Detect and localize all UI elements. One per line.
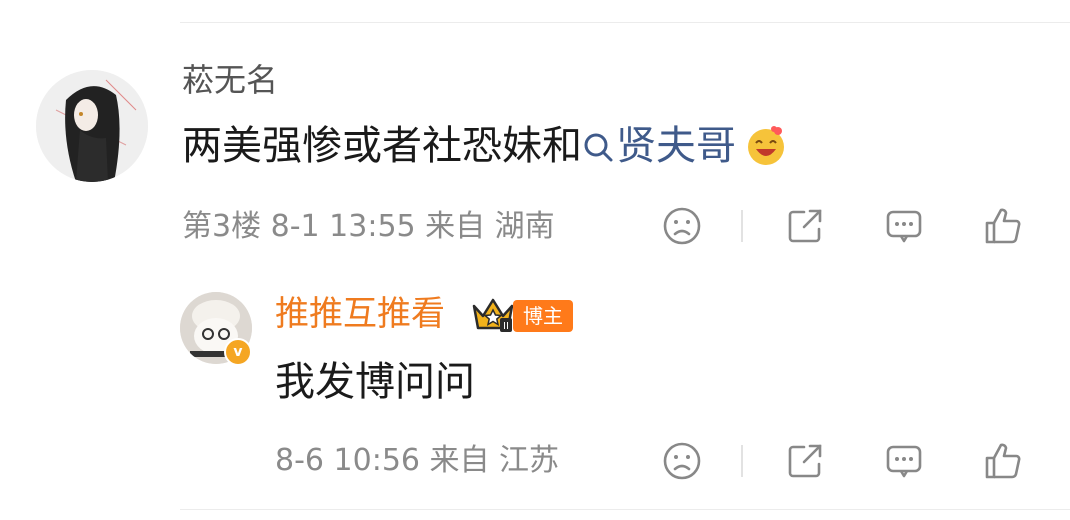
- comment-button[interactable]: [880, 202, 928, 250]
- action-divider: [741, 445, 743, 477]
- dislike-button[interactable]: [658, 202, 706, 250]
- comment-meta: 第3楼 8-1 13:55 来自 湖南: [182, 209, 555, 244]
- comment-body: 两美强惨或者社恐妹和: [182, 123, 582, 169]
- comment-text: 两美强惨或者社恐妹和 贤夫哥: [182, 120, 788, 180]
- thumbs-up-icon: [985, 443, 1021, 479]
- search-icon: [582, 124, 614, 176]
- reply-meta: 8-6 10:56 来自 江苏: [275, 443, 560, 478]
- sad-face-icon: [663, 442, 701, 480]
- reply-username[interactable]: 推推互推看: [275, 292, 445, 336]
- blogger-badge: 博主: [513, 300, 573, 332]
- thumbs-up-icon: [985, 208, 1021, 244]
- top-divider: [180, 22, 1070, 23]
- reply-text: 我发博问问: [275, 359, 475, 405]
- dislike-button[interactable]: [658, 437, 706, 485]
- action-divider: [741, 210, 743, 242]
- svg-text:II: II: [503, 321, 509, 332]
- topic-link[interactable]: 贤夫哥: [582, 123, 736, 169]
- topic-link-label: 贤夫哥: [616, 123, 736, 169]
- comment-bubble-icon: [886, 445, 922, 478]
- like-button[interactable]: [979, 202, 1027, 250]
- verified-badge-icon: v: [224, 338, 252, 366]
- comment-button[interactable]: [880, 437, 928, 485]
- share-icon: [788, 444, 822, 478]
- emoji-laughing-icon: [744, 123, 788, 180]
- share-button[interactable]: [781, 202, 829, 250]
- comment-username[interactable]: 菘无名: [182, 58, 278, 102]
- share-button[interactable]: [781, 437, 829, 485]
- crown-icon: II: [470, 296, 516, 338]
- avatar[interactable]: [36, 70, 148, 182]
- bottom-divider: [180, 509, 1070, 510]
- share-icon: [788, 209, 822, 243]
- like-button[interactable]: [979, 437, 1027, 485]
- comment-bubble-icon: [886, 210, 922, 243]
- avatar-portrait-icon: [36, 70, 148, 182]
- sad-face-icon: [663, 207, 701, 245]
